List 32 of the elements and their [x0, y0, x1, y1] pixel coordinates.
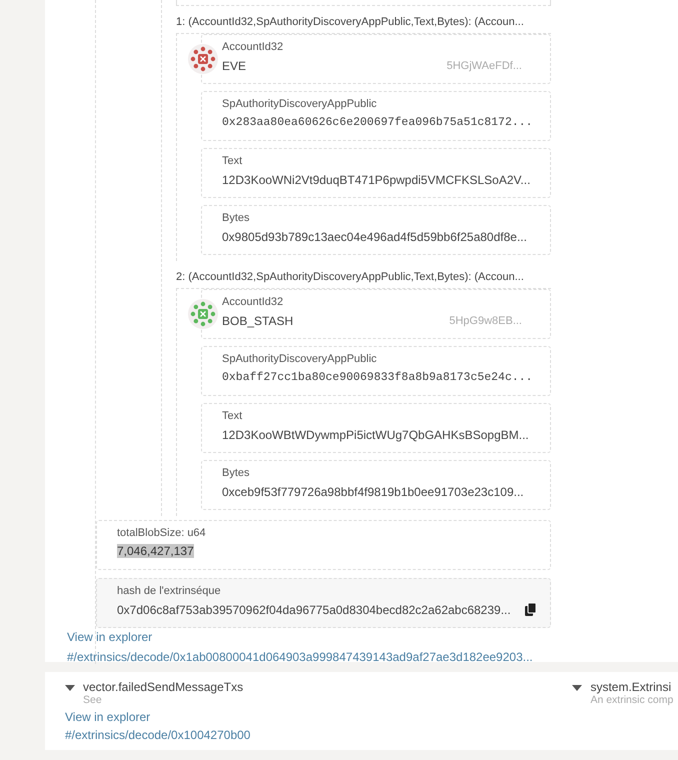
tuple-header: 1: (AccountId32,SpAuthorityDiscoveryAppPublic,Text,Bytes): (Accoun... — [176, 16, 525, 28]
field-value: 0x283aa80ea60626c6e200697fea096b75a51c8172... — [222, 116, 533, 129]
field-label: Bytes — [222, 467, 251, 479]
decode-link[interactable]: #/extrinsics/decode/0x1004270b00 — [65, 728, 250, 742]
field-value: 7,046,427,137 — [117, 544, 194, 558]
event-name[interactable]: vector.failedSendMessageTxs — [83, 680, 244, 694]
account-name: BOB_STASH — [222, 314, 294, 328]
event-name[interactable]: system.Extrinsi — [590, 680, 674, 694]
account-address: 5HGjWAeFDf... — [446, 60, 522, 72]
field-value: 12D3KooWBtWDywmpPi5ictWUg7QbGAHKsBSopgBM... — [222, 428, 529, 442]
field-value: 0xbaff27cc1ba80ce90069833f8a8b9a8173c5e24c... — [222, 371, 533, 384]
field-label: Text — [222, 410, 244, 422]
event-description: An extrinsic comp — [590, 694, 674, 706]
field-label: Bytes — [222, 212, 251, 224]
field-label: AccountId32 — [222, 296, 284, 308]
field-label: Text — [222, 155, 244, 167]
field-label: SpAuthorityDiscoveryAppPublic — [222, 98, 378, 110]
tuple-header: 2: (AccountId32,SpAuthorityDiscoveryAppPublic,Text,Bytes): (Accoun... — [176, 271, 525, 283]
explorer-link[interactable]: View in explorer — [67, 630, 152, 644]
field-value: 12D3KooWNi2Vt9duqBT471P6pwpdi5VMCFKSLSoA2V... — [222, 173, 530, 187]
field-value: 0xceb9f53f779726a98bbf4f9819b1b0ee91703e23c109... — [222, 485, 524, 499]
field-label: AccountId32 — [222, 41, 284, 53]
field-label: hash de l'extrinséque — [117, 585, 222, 597]
field-label: SpAuthorityDiscoveryAppPublic — [222, 353, 378, 365]
explorer-link[interactable]: View in explorer — [65, 710, 150, 724]
event-description: See — [83, 694, 103, 706]
account-address: 5HpG9w8EB... — [449, 315, 522, 327]
field-label: totalBlobSize: u64 — [117, 527, 207, 539]
decode-link[interactable]: #/extrinsics/decode/0x1ab00800041d064903a999847439143ad9af27ae3d182ee9203... — [67, 650, 533, 664]
field-value: 0x9805d93b789c13aec04e496ad4f5d59bb6f25a80df8e... — [222, 230, 527, 244]
account-name: EVE — [222, 59, 246, 73]
field-value: 0x7d06c8af753ab39570962f04da96775a0d8304becd82c2a62abc68239... — [117, 603, 511, 617]
